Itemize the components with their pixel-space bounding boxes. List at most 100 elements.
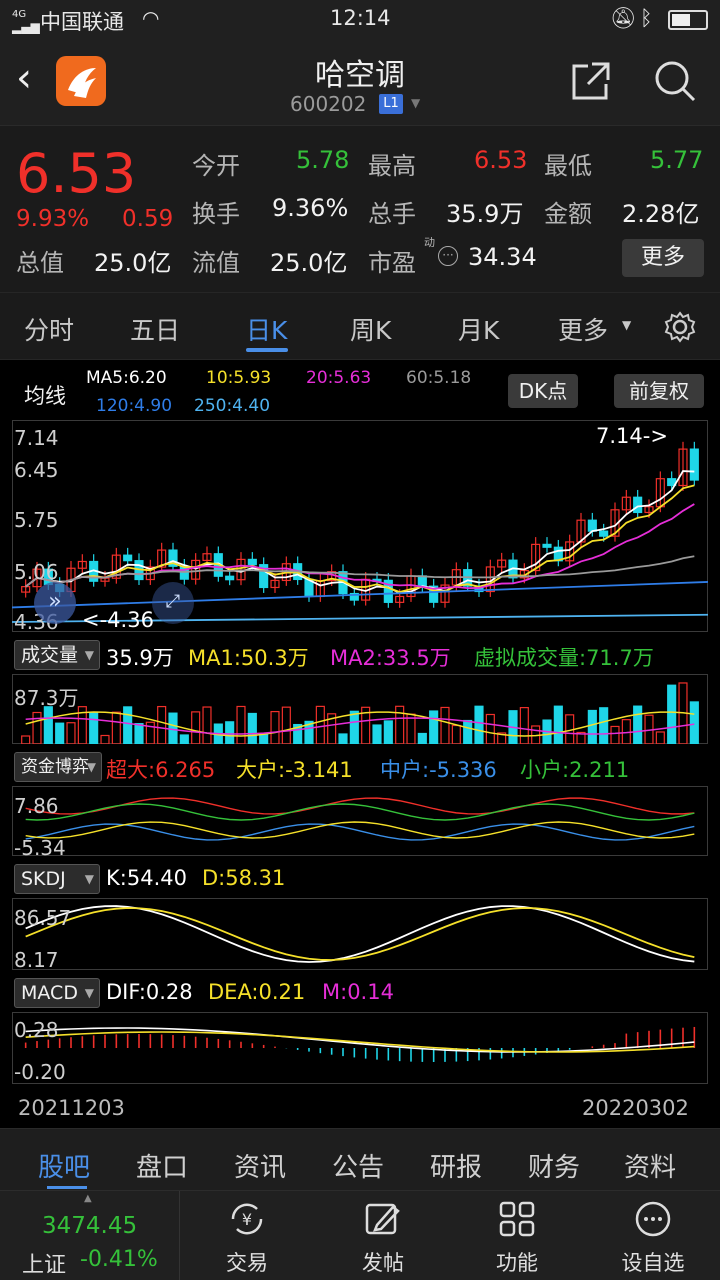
volume-bar (21, 735, 31, 744)
bottom-bar: ▲ 3474.45 上证 -0.41% ¥ 交易 发帖 功能 设自选 (0, 1190, 720, 1280)
tab-five-day[interactable]: 五日 (130, 311, 180, 347)
volume-bar (463, 719, 473, 744)
volume-bar (655, 731, 665, 744)
skdj-axis-label: 8.17 (14, 948, 59, 972)
volume-bar (349, 710, 359, 744)
chart-period-tabs: 分时 五日 日K 周K 月K 更多 ▼ (0, 292, 720, 360)
tab-research[interactable]: 研报 (430, 1147, 482, 1184)
content-tabs: 股吧 盘口 资讯 公告 研报 财务 资料 (0, 1128, 720, 1190)
search-icon[interactable] (652, 58, 698, 104)
quote-panel: 6.53 9.93% 0.59 今开 5.78 最高 6.53 最低 5.77 … (0, 126, 720, 292)
fund-axis-label: -5.34 (14, 836, 66, 860)
volume-bar (689, 701, 699, 744)
level-badge[interactable]: L1 (379, 94, 403, 114)
high-value: 6.53 (474, 146, 528, 174)
caret-down-icon: ▼ (622, 318, 632, 332)
fund-indicator-label: 资金博弈 (21, 757, 89, 777)
volume-indicator-button[interactable]: 成交量 ▼ (14, 640, 100, 670)
volume-bar (55, 722, 65, 744)
skdj-indicator-button[interactable]: SKDJ ▼ (14, 864, 100, 894)
watchlist-label: 设自选 (621, 1251, 685, 1275)
watchlist-button[interactable]: 设自选 (598, 1199, 708, 1277)
volume-bar (599, 707, 609, 744)
tab-forum[interactable]: 股吧 (38, 1147, 90, 1184)
post-button[interactable]: 发帖 (328, 1199, 438, 1277)
start-date: 20211203 (18, 1096, 125, 1120)
expand-icon[interactable]: » (34, 582, 76, 624)
trade-button[interactable]: ¥ 交易 (192, 1199, 302, 1277)
volume-bar (89, 712, 99, 744)
carrier-name: 中国联通 (40, 10, 124, 34)
kline-chart[interactable] (12, 420, 708, 632)
macd-axis-label: -0.20 (14, 1060, 66, 1084)
candle-body (633, 496, 643, 514)
volume-bar (474, 705, 484, 744)
dk-point-button[interactable]: DK点 (508, 374, 578, 408)
candle-body (247, 558, 257, 566)
skdj-chart[interactable] (12, 898, 708, 970)
tab-weekly-k[interactable]: 周K (350, 311, 391, 347)
forward-adjust-button[interactable]: 前复权 (614, 374, 704, 408)
more-dots-icon[interactable]: ··· (438, 246, 458, 266)
caret-down-icon: ▼ (84, 872, 94, 886)
macd-indicator-label: MACD (21, 982, 78, 1004)
volume-bar (100, 734, 110, 744)
tab-announcements[interactable]: 公告 (332, 1147, 384, 1184)
fund-line (25, 821, 695, 839)
price-axis-label: 7.14 (14, 426, 59, 450)
turnover-rate-value: 9.36% (272, 194, 349, 222)
volume-bar (157, 705, 167, 744)
tab-orderbook[interactable]: 盘口 (136, 1147, 188, 1184)
volume-chart[interactable] (12, 674, 708, 744)
volume-bar (372, 724, 382, 744)
tab-news[interactable]: 资讯 (234, 1147, 286, 1184)
end-date: 20220302 (582, 1096, 689, 1120)
volume-bar (247, 712, 257, 744)
share-icon[interactable] (570, 60, 612, 102)
stock-name: 哈空调 (315, 58, 405, 93)
chevron-down-icon[interactable]: ▼ (411, 96, 420, 110)
price-axis-label: 5.06 (14, 560, 59, 584)
grid-icon (499, 1201, 535, 1237)
fund-indicator-button[interactable]: 资金博弈 ▼ (14, 752, 102, 782)
tab-profile[interactable]: 资料 (624, 1147, 676, 1184)
skdj-d-line (25, 907, 695, 961)
volume-bar (270, 710, 280, 744)
volume-bar (179, 734, 189, 744)
settings-gear-icon[interactable] (664, 311, 696, 343)
volume-bar (395, 705, 405, 744)
tab-more[interactable]: 更多 (558, 311, 608, 347)
ma-title: 均线 (24, 384, 66, 408)
amount-label: 金额 (544, 200, 592, 228)
ma120-line (12, 581, 708, 609)
volume-bar (417, 732, 427, 744)
ma250-label: 250:4.40 (194, 396, 271, 416)
active-tab-indicator (246, 348, 288, 352)
macd-chart[interactable] (12, 1012, 708, 1084)
macd-axis-label: 0.28 (14, 1018, 59, 1042)
skdj-d: D:58.31 (202, 866, 286, 890)
index-ticker[interactable]: ▲ 3474.45 上证 -0.41% (0, 1191, 180, 1280)
macd-dea-line (25, 1031, 695, 1053)
ma20-line (25, 503, 695, 590)
volume-bar (32, 711, 42, 744)
more-button[interactable]: 更多 (622, 239, 704, 277)
tab-daily-k[interactable]: 日K (246, 311, 287, 347)
tab-financials[interactable]: 财务 (528, 1147, 580, 1184)
price-axis-label: 6.45 (14, 458, 59, 482)
stock-code: 600202 (290, 92, 367, 116)
volume-value: 35.9万 (106, 646, 174, 670)
ma5-label: MA5:6.20 (86, 368, 167, 388)
fund-chart[interactable] (12, 786, 708, 856)
function-button[interactable]: 功能 (462, 1199, 572, 1277)
tab-intraday[interactable]: 分时 (24, 311, 74, 347)
change-amount: 0.59 (122, 206, 174, 232)
chart-area[interactable]: 均线 MA5:6.20 10:5.93 20:5.63 60:5.18 120:… (0, 360, 720, 1128)
tab-monthly-k[interactable]: 月K (458, 311, 499, 347)
macd-indicator-button[interactable]: MACD ▼ (14, 978, 100, 1008)
stock-header: ‹ 哈空调 600202 L1 ▼ (0, 40, 720, 126)
volume-bar (429, 710, 439, 744)
fullscreen-icon[interactable]: ⤢ (152, 582, 194, 624)
volume-bar (451, 724, 461, 744)
volume-bar (519, 707, 529, 744)
